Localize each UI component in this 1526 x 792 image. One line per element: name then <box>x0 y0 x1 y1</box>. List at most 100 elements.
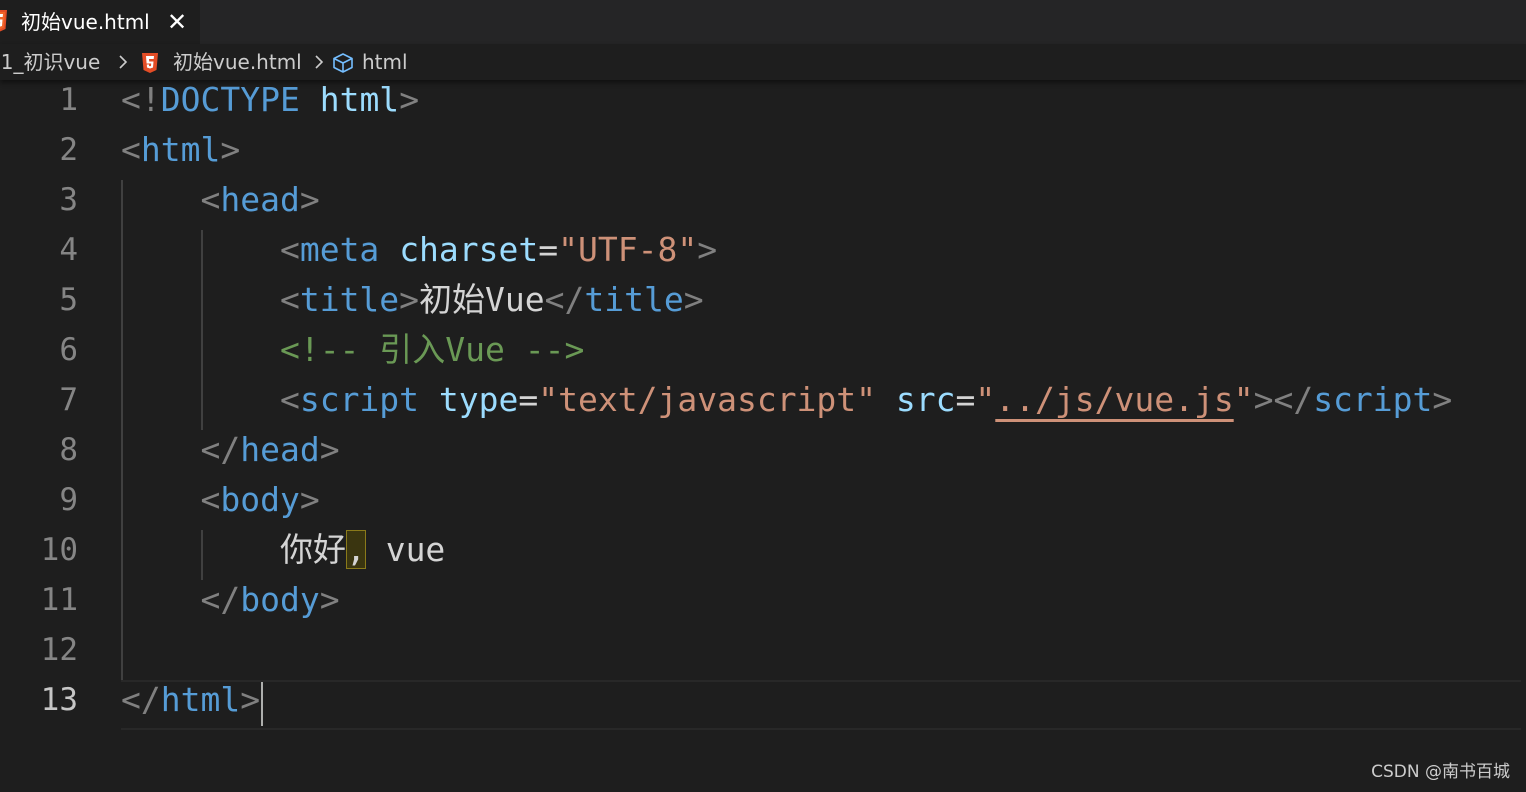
line-number: 6 <box>59 332 78 368</box>
code-token-tag: html <box>160 680 241 719</box>
close-icon[interactable]: ✕ <box>164 9 190 35</box>
code-token-tag: meta <box>299 230 380 269</box>
code-token-text: 初始Vue <box>419 280 545 319</box>
code-token-punct: > <box>399 280 420 319</box>
code-token-str: " <box>1233 380 1254 419</box>
code-token-punct: </ <box>200 430 241 469</box>
code-token-tag: DOCTYPE <box>160 80 300 119</box>
code-token-tag: head <box>240 430 320 469</box>
watermark: CSDN @南书百城 <box>1371 762 1510 782</box>
code-token-punct: ></ <box>1253 380 1314 419</box>
code-token-punct: > <box>697 230 718 269</box>
breadcrumb-file[interactable]: 初始vue.html <box>173 44 302 80</box>
code-token-link: ../js/vue.js <box>995 380 1234 419</box>
html5-icon <box>142 53 158 73</box>
code-token-punct: <! <box>121 80 161 119</box>
code-token-punct: > <box>319 580 340 619</box>
code-token-str: "UTF-8" <box>558 230 698 269</box>
line-number: 4 <box>59 232 78 268</box>
code-editor[interactable]: 1 2 3 4 5 6 7 8 9 10 11 12 13 <!DOCTYPE html> <html> … <box>0 80 1526 792</box>
line-number: 9 <box>59 482 78 518</box>
code-token-punct: > <box>220 130 241 169</box>
html5-icon <box>0 10 7 32</box>
code-line[interactable] <box>121 630 1521 680</box>
chevron-right-icon <box>119 55 128 69</box>
code-token-text: = <box>518 380 539 419</box>
code-token-attr: html <box>319 80 400 119</box>
code-token-punct: > <box>299 180 320 219</box>
line-number: 3 <box>59 182 78 218</box>
code-token-comment: <!-- 引入Vue --> <box>279 330 585 369</box>
code-token-attr: type <box>438 380 519 419</box>
code-token-punct: < <box>121 130 141 169</box>
tab-label: 初始vue.html <box>21 10 150 34</box>
code-line[interactable]: <title>初始Vue</title> <box>121 280 1521 330</box>
line-number: 12 <box>40 632 78 668</box>
line-number: 8 <box>59 432 78 468</box>
code-line[interactable]: <body> <box>121 480 1521 530</box>
code-token-tag: body <box>220 480 300 519</box>
line-number: 10 <box>40 532 78 568</box>
code-token-tag: html <box>140 130 221 169</box>
cube-icon <box>333 53 353 73</box>
line-number: 5 <box>59 282 78 318</box>
code-line[interactable]: 你好, vue <box>121 530 1521 580</box>
code-line[interactable]: <head> <box>121 180 1521 230</box>
code-token-punct: > <box>1432 380 1453 419</box>
breadcrumb-folder[interactable]: 01_初识vue <box>0 44 100 80</box>
code-line[interactable]: </body> <box>121 580 1521 630</box>
code-token-punct: > <box>683 280 704 319</box>
tab-bar: 初始vue.html ✕ <box>0 0 1526 44</box>
code-token-punct: < <box>279 280 300 319</box>
code-token-tag: body <box>240 580 320 619</box>
breadcrumb: 01_初识vue 初始vue.html html <box>0 44 1526 80</box>
code-area[interactable]: <!DOCTYPE html> <html> <head> <meta chars… <box>121 80 1521 730</box>
code-line[interactable]: </head> <box>121 430 1521 480</box>
code-token-punct: < <box>200 180 221 219</box>
text-cursor <box>261 682 263 726</box>
code-token-tag: script <box>1313 380 1433 419</box>
line-number: 11 <box>40 582 78 618</box>
code-token-punct: </ <box>200 580 241 619</box>
code-token-punct: > <box>240 680 261 719</box>
breadcrumb-symbol[interactable]: html <box>362 44 408 80</box>
code-token-punct: < <box>200 480 221 519</box>
code-token-tag: head <box>220 180 300 219</box>
code-token-punct: > <box>299 480 320 519</box>
code-token-punct: </ <box>121 680 161 719</box>
code-token-text: = <box>955 380 976 419</box>
code-line[interactable]: <meta charset="UTF-8"> <box>121 230 1521 280</box>
code-line[interactable]: <html> <box>121 130 1521 180</box>
code-token-str: " <box>975 380 996 419</box>
code-token-str: "text/javascript" <box>538 380 877 419</box>
code-token-text: 你好 <box>279 530 346 569</box>
code-line[interactable]: </html> <box>121 680 1521 730</box>
code-token-text: vue <box>365 530 446 569</box>
code-token-highlight: , <box>345 530 366 569</box>
code-line[interactable]: <!-- 引入Vue --> <box>121 330 1521 380</box>
code-token-punct: < <box>279 230 300 269</box>
code-token-attr: charset <box>399 230 539 269</box>
line-number: 2 <box>59 132 78 168</box>
code-line[interactable]: <script type="text/javascript" src="../j… <box>121 380 1521 430</box>
code-token-tag: title <box>584 280 684 319</box>
code-line[interactable]: <!DOCTYPE html> <box>121 80 1521 130</box>
editor-tab[interactable]: 初始vue.html ✕ <box>0 0 200 44</box>
code-token-punct: < <box>279 380 300 419</box>
code-token-attr: src <box>895 380 956 419</box>
code-token-punct: </ <box>544 280 585 319</box>
line-number: 13 <box>40 682 78 718</box>
line-number: 1 <box>59 82 78 118</box>
code-token-punct: > <box>399 80 420 119</box>
